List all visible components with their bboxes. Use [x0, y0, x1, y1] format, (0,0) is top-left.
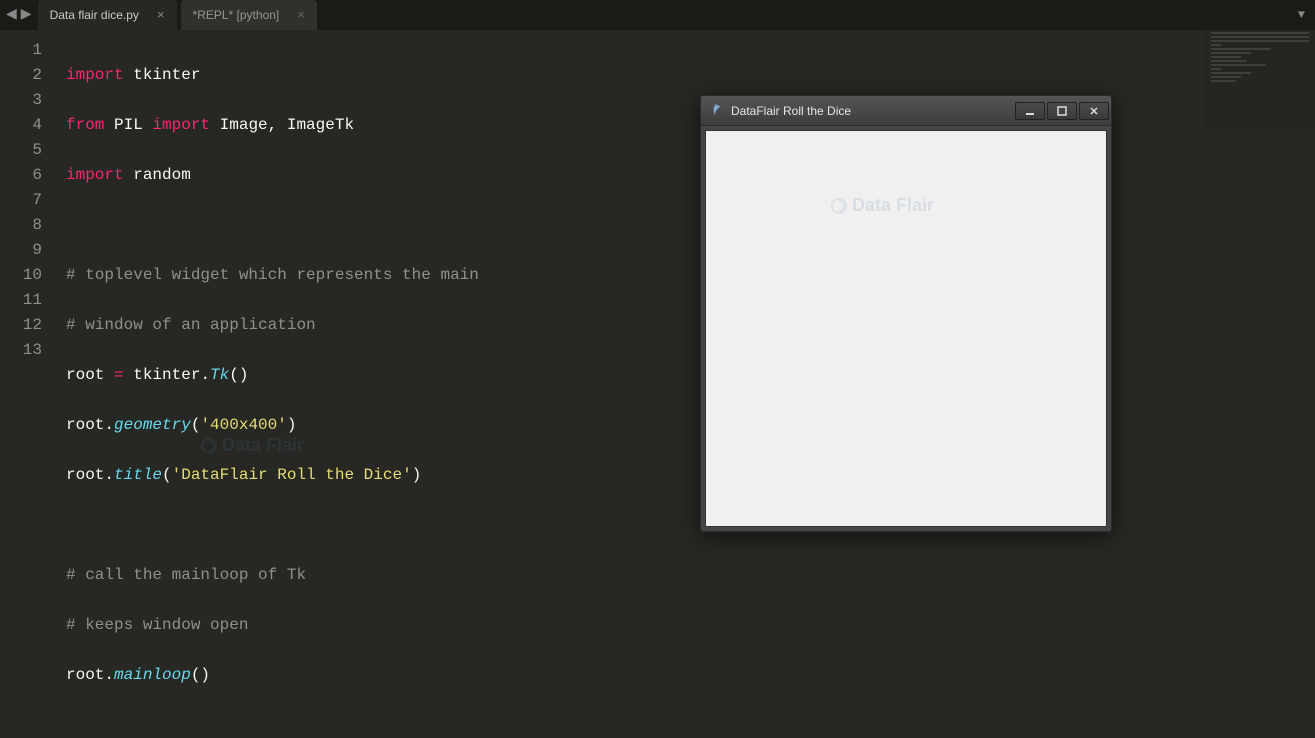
kw: from [66, 116, 104, 134]
tk-window-title: DataFlair Roll the Dice [731, 104, 1015, 118]
line-number: 11 [0, 288, 42, 313]
line-number: 7 [0, 188, 42, 213]
line-number: 10 [0, 263, 42, 288]
line-number: 6 [0, 163, 42, 188]
tok: mainloop [114, 666, 191, 684]
tok: random [124, 166, 191, 184]
tok: () [191, 666, 210, 684]
watermark-text: Data Flair [852, 195, 934, 216]
tok: root [66, 466, 104, 484]
comment: # call the mainloop of Tk [66, 566, 306, 584]
line-number: 3 [0, 88, 42, 113]
watermark: Data Flair [200, 435, 304, 456]
tok: ( [191, 416, 201, 434]
close-icon[interactable]: × [297, 7, 305, 22]
close-button[interactable] [1079, 102, 1109, 120]
tok: . [104, 416, 114, 434]
tok: root [66, 666, 104, 684]
tok: Tk [210, 366, 229, 384]
tok: root [66, 416, 104, 434]
line-number: 8 [0, 213, 42, 238]
maximize-button[interactable] [1047, 102, 1077, 120]
minimap[interactable] [1205, 30, 1315, 664]
line-number: 4 [0, 113, 42, 138]
line-number: 13 [0, 338, 42, 363]
tok: . [200, 366, 210, 384]
nav-back-icon[interactable]: ◀ [6, 6, 17, 23]
tok: tkinter [124, 66, 201, 84]
tk-client-area [705, 130, 1107, 527]
tok: () [229, 366, 248, 384]
line-number: 5 [0, 138, 42, 163]
tok: ) [412, 466, 422, 484]
line-number: 1 [0, 38, 42, 63]
minimize-button[interactable] [1015, 102, 1045, 120]
tok: PIL [104, 116, 152, 134]
tab-active[interactable]: Data flair dice.py × [38, 0, 177, 30]
tab-bar: ◀ ▶ Data flair dice.py × *REPL* [python]… [0, 0, 1315, 30]
comment: # toplevel widget which represents the m… [66, 266, 488, 284]
tk-window[interactable]: DataFlair Roll the Dice [700, 95, 1112, 532]
tab-repl[interactable]: *REPL* [python] × [181, 0, 317, 30]
tok: = [114, 366, 124, 384]
nav-forward-icon[interactable]: ▶ [21, 6, 32, 23]
tok: geometry [114, 416, 191, 434]
tok: ) [287, 416, 297, 434]
menu-dropdown-icon[interactable]: ▼ [1298, 8, 1305, 22]
watermark-text: Data Flair [222, 435, 304, 456]
line-number: 2 [0, 63, 42, 88]
tok: '400x400' [200, 416, 286, 434]
line-number: 9 [0, 238, 42, 263]
comment: # keeps window open [66, 616, 248, 634]
watermark: Data Flair [830, 195, 934, 216]
tok: root [66, 366, 114, 384]
kw: import [66, 166, 124, 184]
code-body[interactable]: import tkinter from PIL import Image, Im… [52, 30, 1315, 664]
kw: import [66, 66, 124, 84]
kw: import [152, 116, 210, 134]
tok: tkinter [124, 366, 201, 384]
tab-active-label: Data flair dice.py [50, 8, 139, 22]
tk-titlebar[interactable]: DataFlair Roll the Dice [701, 96, 1111, 126]
tab-repl-label: *REPL* [python] [193, 8, 280, 22]
tok: . [104, 466, 114, 484]
nav-arrows: ◀ ▶ [0, 6, 38, 23]
tok: . [104, 666, 114, 684]
tk-feather-icon [709, 103, 725, 119]
tok: title [114, 466, 162, 484]
tok: 'DataFlair Roll the Dice' [172, 466, 412, 484]
line-number: 12 [0, 313, 42, 338]
tok: ( [162, 466, 172, 484]
close-icon[interactable]: × [157, 7, 165, 22]
line-gutter: 1 2 3 4 5 6 7 8 9 10 11 12 13 [0, 30, 52, 664]
comment: # window of an application [66, 316, 316, 334]
tok: Image, ImageTk [210, 116, 354, 134]
editor-area: 1 2 3 4 5 6 7 8 9 10 11 12 13 import tki… [0, 30, 1315, 664]
window-controls [1015, 102, 1109, 120]
